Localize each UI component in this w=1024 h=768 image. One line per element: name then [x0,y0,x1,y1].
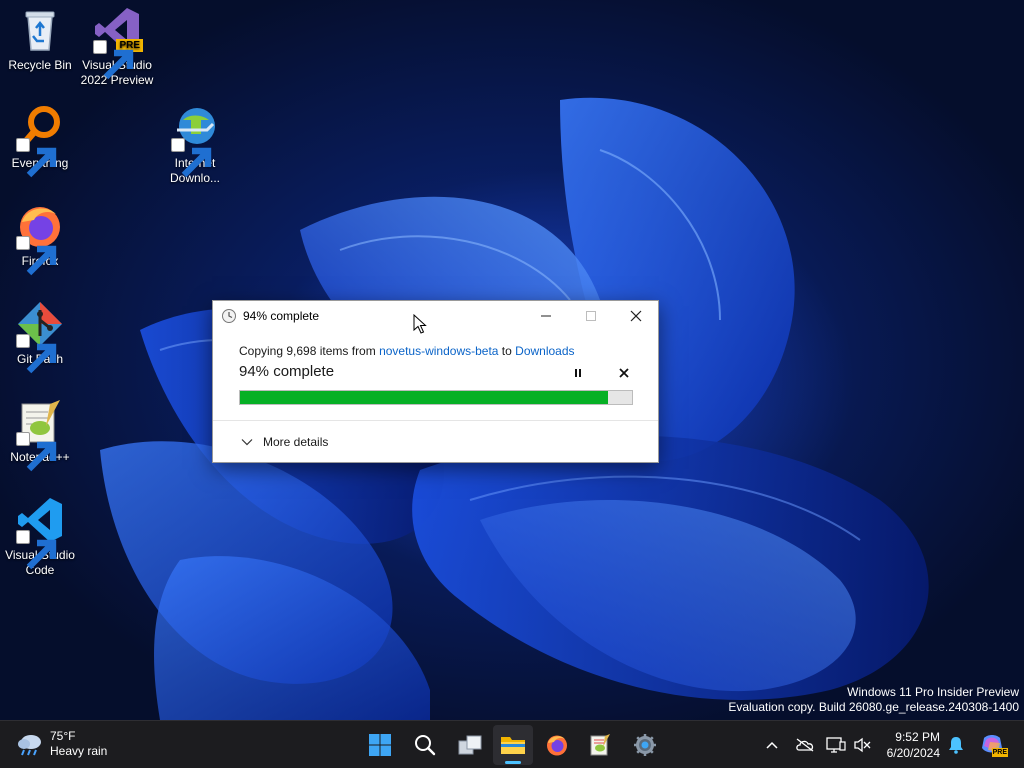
dialog-title: 94% complete [243,309,320,323]
windows-evaluation-watermark: Windows 11 Pro Insider Preview Evaluatio… [728,685,1019,715]
onedrive-tray-button[interactable] [793,733,817,757]
firefox-icon [16,202,64,276]
network-icon [826,737,846,753]
settings-taskbar-button[interactable] [625,725,665,765]
desktop-icon-git-bash[interactable]: Git Bash [0,300,80,374]
desktop-icon-visual-studio-code[interactable]: Visual Studio Code [0,496,80,578]
shortcut-arrow-icon [171,138,212,178]
volume-muted-icon [854,737,871,753]
notepad-plus-plus-taskbar-button[interactable] [580,725,620,765]
active-app-indicator [505,761,521,764]
watermark-line-2: Evaluation copy. Build 26080.ge_release.… [728,700,1019,714]
network-tray-button[interactable] [824,733,848,757]
watermark-line-1: Windows 11 Pro Insider Preview [847,685,1019,699]
taskbar-clock[interactable]: 9:52 PM 6/20/2024 [876,729,940,761]
firefox-icon [547,735,567,756]
shortcut-arrow-icon [93,40,134,80]
internet-download-manager-icon [171,104,219,178]
chevron-up-icon [766,741,778,749]
visual-studio-preview-icon: PRE [93,6,143,80]
file-explorer-button[interactable] [493,725,533,765]
desktop-icon-internet-download-manager[interactable]: Internet Downlo... [155,104,235,186]
everything-search-icon [16,104,64,178]
onedrive-icon [796,738,814,752]
mouse-cursor-icon [413,314,427,334]
copy-progress-dialog[interactable]: 94% complete Copying 9,698 items from no… [212,300,659,463]
cancel-icon [619,368,629,378]
desktop-icon-everything[interactable]: Everything [0,104,80,178]
start-button[interactable] [360,725,400,765]
close-button[interactable] [613,301,658,331]
weather-text: 75°F Heavy rain [50,729,107,759]
source-folder-link[interactable]: novetus-windows-beta [379,344,498,358]
desktop-icon-recycle-bin[interactable]: Recycle Bin [0,6,80,73]
progress-bar-fill [240,391,609,404]
dialog-divider [213,420,658,421]
dialog-titlebar[interactable]: 94% complete [213,301,658,331]
shortcut-arrow-icon [16,334,57,374]
show-hidden-icons-button[interactable] [760,733,784,757]
shortcut-arrow-icon [16,530,57,570]
minimize-icon [540,315,551,317]
maximize-button [568,301,613,331]
more-details-label: More details [263,435,329,449]
notepad-plus-plus-icon [16,398,64,472]
notification-bell-icon [949,737,963,754]
weather-description: Heavy rain [50,744,108,758]
clock-time: 9:52 PM [895,730,940,744]
minimize-button[interactable] [523,301,568,331]
weather-widget[interactable]: 75°F Heavy rain [16,729,107,759]
copilot-button[interactable]: PRE [978,733,1008,757]
pause-button[interactable] [568,364,588,382]
copilot-preview-badge: PRE [991,748,1008,757]
desktop-icon-firefox[interactable]: Firefox [0,202,80,276]
notepad-plus-plus-icon [590,734,610,756]
taskbar: 75°F Heavy rain 9:52 PM 6/20/2024 PRE [0,720,1024,768]
clock-icon [222,309,236,323]
close-icon [630,310,641,322]
task-view-icon [458,735,482,755]
copy-prefix-text: Copying 9,698 items from [239,344,380,358]
cancel-copy-button[interactable] [614,364,634,382]
progress-bar [239,390,633,405]
rain-cloud-icon [18,735,41,756]
shortcut-arrow-icon [16,236,57,276]
shortcut-arrow-icon [16,432,57,472]
desktop-icon-label: Recycle Bin [8,58,72,72]
destination-folder-link[interactable]: Downloads [515,344,574,358]
git-bash-icon [16,300,64,374]
search-icon [415,735,436,756]
desktop-icon-visual-studio-2022-preview[interactable]: PRE Visual Studio 2022 Preview [77,6,157,88]
clock-date: 6/20/2024 [886,746,940,760]
task-view-button[interactable] [450,725,490,765]
desktop-icon-notepad-plus-plus[interactable]: Notepad++ [0,398,80,472]
copy-description: Copying 9,698 items from novetus-windows… [239,344,575,358]
volume-tray-button[interactable] [850,733,874,757]
recycle-bin-icon [16,6,64,54]
file-explorer-icon [501,737,525,754]
vscode-icon [16,496,64,570]
chevron-down-icon [241,439,253,446]
pause-icon [575,369,581,377]
percent-complete-label: 94% complete [239,363,335,380]
start-icon [369,734,391,756]
copy-mid-text: to [498,344,516,358]
shortcut-arrow-icon [16,138,57,178]
firefox-taskbar-button[interactable] [537,725,577,765]
search-button[interactable] [405,725,445,765]
notification-center-button[interactable] [944,733,968,757]
maximize-icon [585,311,596,321]
settings-icon [634,734,656,756]
more-details-toggle[interactable]: More details [241,435,328,449]
weather-temperature: 75°F [50,729,76,743]
